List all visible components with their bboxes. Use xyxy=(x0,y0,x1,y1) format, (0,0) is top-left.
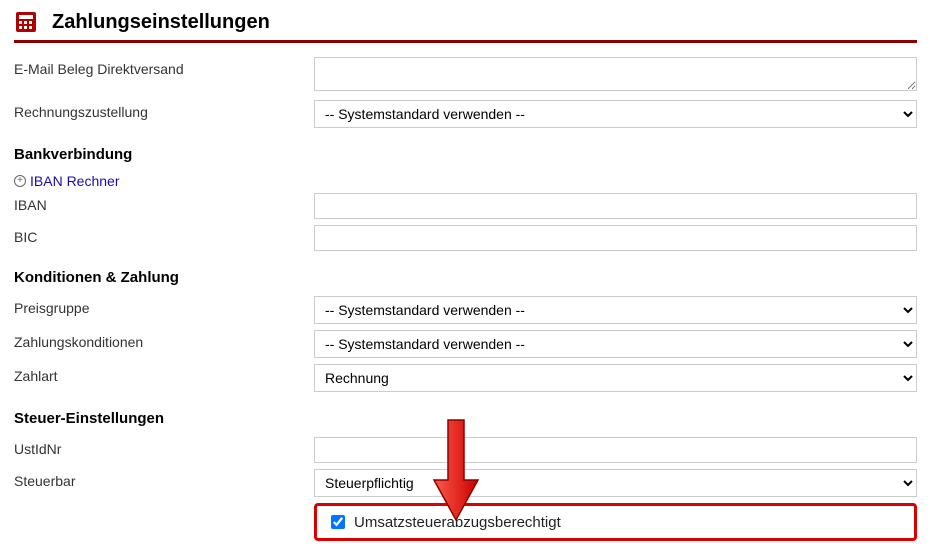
bank-section-heading: Bankverbindung xyxy=(14,146,917,163)
email-receipt-label: E-Mail Beleg Direktversand xyxy=(14,57,314,77)
iban-label: IBAN xyxy=(14,193,314,213)
pricegroup-select[interactable]: -- Systemstandard verwenden -- xyxy=(314,296,917,324)
vat-deduction-checkbox[interactable] xyxy=(331,515,345,529)
vat-deduction-highlight: Umsatzsteuerabzugsberechtigt xyxy=(314,503,917,541)
taxable-select[interactable]: Steuerpflichtig xyxy=(314,469,917,497)
page-title: Zahlungseinstellungen xyxy=(52,11,270,34)
ustid-input[interactable] xyxy=(314,437,917,463)
payment-conditions-select[interactable]: -- Systemstandard verwenden -- xyxy=(314,330,917,358)
tax-section-heading: Steuer-Einstellungen xyxy=(14,410,917,427)
iban-input[interactable] xyxy=(314,193,917,219)
calculator-icon xyxy=(14,10,38,34)
bic-input[interactable] xyxy=(314,225,917,251)
vat-deduction-label[interactable]: Umsatzsteuerabzugsberechtigt xyxy=(354,514,561,531)
invoice-delivery-label: Rechnungszustellung xyxy=(14,100,314,120)
taxable-label: Steuerbar xyxy=(14,469,314,489)
pricegroup-label: Preisgruppe xyxy=(14,296,314,316)
page-header: Zahlungseinstellungen xyxy=(14,10,917,43)
email-receipt-input[interactable] xyxy=(314,57,917,91)
iban-calculator-link-text: IBAN Rechner xyxy=(30,173,119,189)
conditions-section-heading: Konditionen & Zahlung xyxy=(14,269,917,286)
payment-type-select[interactable]: Rechnung xyxy=(314,364,917,392)
iban-calculator-link[interactable]: + IBAN Rechner xyxy=(14,173,917,189)
payment-conditions-label: Zahlungskonditionen xyxy=(14,330,314,350)
payment-type-label: Zahlart xyxy=(14,364,314,384)
bic-label: BIC xyxy=(14,225,314,245)
plus-circle-icon: + xyxy=(14,175,26,187)
invoice-delivery-select[interactable]: -- Systemstandard verwenden -- xyxy=(314,100,917,128)
ustid-label: UstIdNr xyxy=(14,437,314,457)
